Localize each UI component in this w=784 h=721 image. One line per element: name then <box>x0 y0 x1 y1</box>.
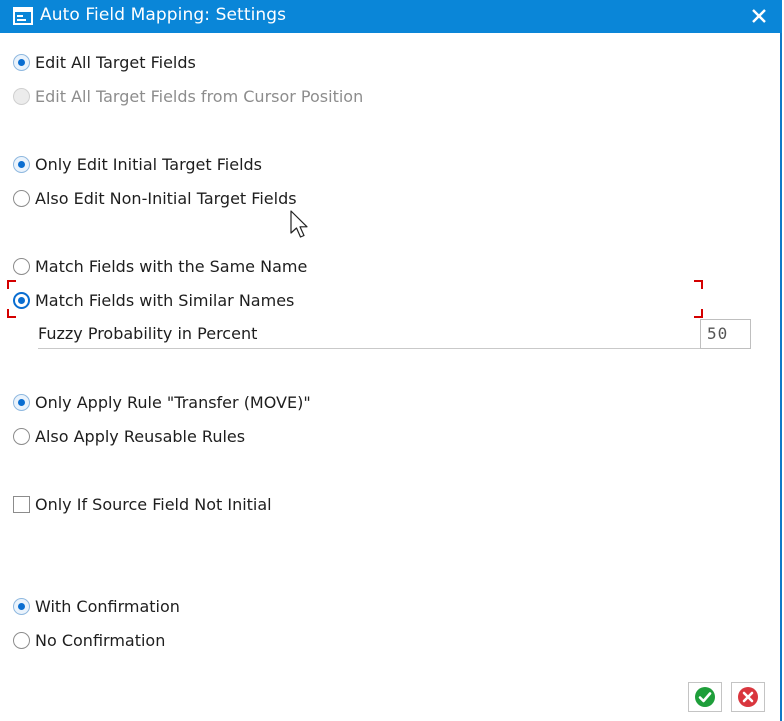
cancel-icon <box>738 687 758 707</box>
dialog-settings-icon <box>13 7 33 25</box>
focus-corner <box>694 309 703 318</box>
radio-with-confirmation[interactable]: With Confirmation <box>13 595 180 617</box>
focus-corner <box>7 309 16 318</box>
dialog-title: Auto Field Mapping: Settings <box>40 5 287 25</box>
radio-label: Match Fields with the Same Name <box>35 256 308 276</box>
checkbox[interactable] <box>13 495 30 513</box>
dialog-titlebar[interactable]: Auto Field Mapping: Settings <box>0 0 782 33</box>
radio-also-apply-reusable[interactable]: Also Apply Reusable Rules <box>13 425 245 447</box>
radio-button[interactable] <box>13 427 30 445</box>
settings-dialog: Auto Field Mapping: Settings Edit All Ta… <box>0 0 782 721</box>
radio-also-edit-non-initial[interactable]: Also Edit Non-Initial Target Fields <box>13 187 297 209</box>
radio-button[interactable] <box>13 189 30 207</box>
radio-edit-all-target-fields[interactable]: Edit All Target Fields <box>13 51 196 73</box>
radio-only-apply-move[interactable]: Only Apply Rule "Transfer (MOVE)" <box>13 391 311 413</box>
radio-button[interactable] <box>13 257 30 275</box>
radio-label: No Confirmation <box>35 630 166 650</box>
focus-corner <box>7 280 16 289</box>
checkbox-source-not-initial[interactable]: Only If Source Field Not Initial <box>13 493 272 515</box>
focus-corner <box>694 280 703 289</box>
radio-no-confirmation[interactable]: No Confirmation <box>13 629 165 651</box>
radio-label: Edit All Target Fields from Cursor Posit… <box>35 86 364 106</box>
radio-only-edit-initial[interactable]: Only Edit Initial Target Fields <box>13 153 262 175</box>
radio-match-similar-names[interactable]: Match Fields with Similar Names <box>13 289 294 311</box>
radio-label: Only Edit Initial Target Fields <box>35 154 263 174</box>
radio-label: With Confirmation <box>35 596 180 616</box>
radio-button[interactable] <box>13 393 30 411</box>
radio-button[interactable] <box>13 155 30 173</box>
field-underline <box>38 348 701 349</box>
radio-label: Also Apply Reusable Rules <box>35 426 246 446</box>
radio-edit-from-cursor: Edit All Target Fields from Cursor Posit… <box>13 85 363 107</box>
radio-label: Only Apply Rule "Transfer (MOVE)" <box>35 392 311 412</box>
radio-button[interactable] <box>13 597 30 615</box>
mouse-pointer-icon <box>290 210 308 238</box>
radio-label: Edit All Target Fields <box>35 52 196 72</box>
close-icon[interactable] <box>748 5 770 27</box>
radio-button[interactable] <box>13 291 30 309</box>
checkbox-label: Only If Source Field Not Initial <box>35 494 272 514</box>
radio-button[interactable] <box>13 53 30 71</box>
fuzzy-probability-row: Fuzzy Probability in Percent 50 <box>38 319 751 349</box>
radio-match-same-name[interactable]: Match Fields with the Same Name <box>13 255 307 277</box>
radio-label: Match Fields with Similar Names <box>35 290 295 310</box>
ok-button[interactable] <box>688 682 722 712</box>
fuzzy-probability-input[interactable]: 50 <box>700 319 751 349</box>
check-icon <box>695 687 715 707</box>
radio-button-disabled <box>13 87 30 105</box>
fuzzy-probability-label: Fuzzy Probability in Percent <box>38 324 258 343</box>
cancel-button[interactable] <box>731 682 765 712</box>
radio-label: Also Edit Non-Initial Target Fields <box>35 188 297 208</box>
radio-button[interactable] <box>13 631 30 649</box>
